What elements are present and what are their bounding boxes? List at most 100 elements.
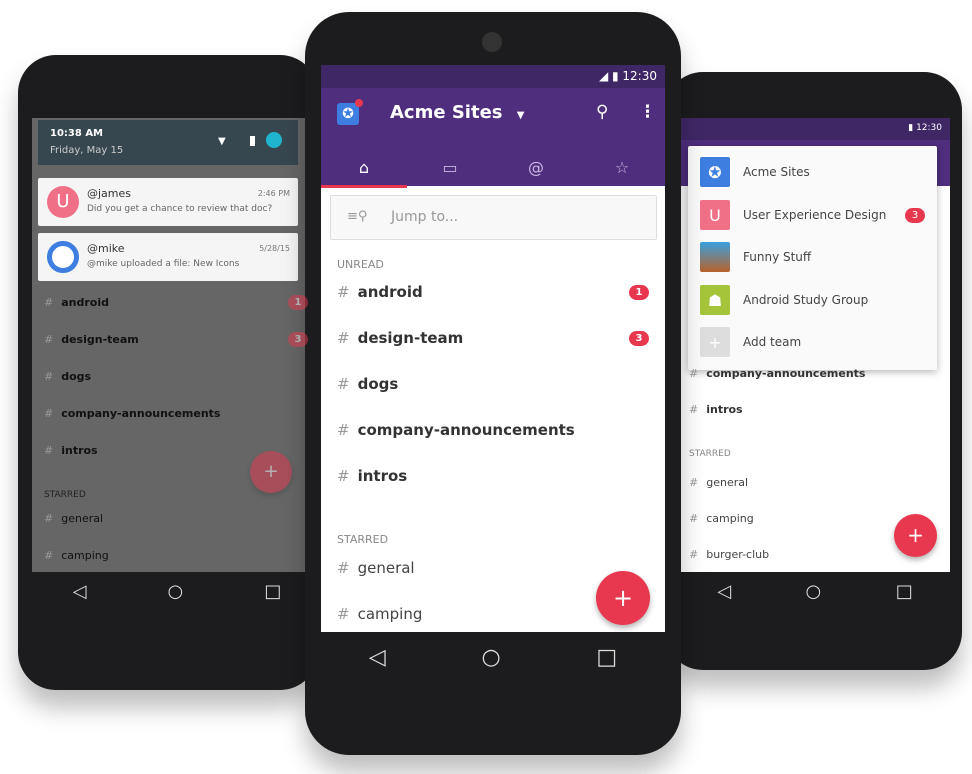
hash-icon: # bbox=[44, 444, 54, 457]
back-icon[interactable]: ◁ bbox=[73, 581, 87, 602]
channel-dogs[interactable]: # dogs bbox=[321, 375, 665, 393]
channel-design-team[interactable]: # design-team 3 bbox=[32, 332, 322, 347]
channel-general[interactable]: # general bbox=[32, 512, 322, 525]
acme-logo-icon: ✪ bbox=[700, 157, 730, 187]
channel-name: general bbox=[357, 559, 415, 577]
more-icon[interactable]: ⋮ bbox=[639, 102, 656, 122]
recents-icon[interactable]: □ bbox=[264, 581, 281, 602]
hash-icon: # bbox=[44, 370, 54, 383]
hash-icon: # bbox=[44, 407, 54, 420]
hash-icon: # bbox=[337, 467, 350, 485]
team-android-study-group[interactable]: ☗ Android Study Group bbox=[700, 285, 868, 315]
team-switcher[interactable]: Acme Sites ▼ bbox=[390, 102, 524, 123]
home-icon[interactable]: ○ bbox=[806, 581, 822, 602]
hash-icon: # bbox=[44, 333, 54, 346]
team-switcher-menu: ✪ Acme Sites U User Experience Design 3 Fun… bbox=[688, 146, 937, 370]
team-funny-stuff[interactable]: Funny Stuff bbox=[700, 242, 811, 272]
hash-icon: # bbox=[337, 605, 350, 623]
unread-badge: 3 bbox=[288, 332, 308, 347]
hash-icon: # bbox=[689, 512, 699, 525]
tab-home[interactable]: ⌂ bbox=[321, 150, 407, 185]
channel-company-announcements[interactable]: # company-announcements bbox=[321, 421, 665, 439]
team-logo-icon[interactable]: ✪ bbox=[337, 99, 363, 125]
channel-name: company-announcements bbox=[706, 367, 866, 380]
starred-section-label: STARRED bbox=[44, 490, 86, 500]
home-icon[interactable]: ○ bbox=[481, 645, 500, 670]
tab-mentions[interactable]: @ bbox=[493, 150, 579, 185]
recents-icon[interactable]: □ bbox=[896, 581, 913, 602]
channel-name: android bbox=[61, 296, 109, 309]
channel-intros[interactable]: # intros bbox=[321, 467, 665, 485]
plus-icon: + bbox=[700, 327, 730, 357]
hash-icon: # bbox=[337, 559, 350, 577]
recents-icon[interactable]: □ bbox=[596, 645, 617, 670]
tab-messages[interactable]: ▭ bbox=[407, 150, 493, 185]
tab-starred[interactable]: ☆ bbox=[579, 150, 665, 185]
channel-design-team[interactable]: # design-team 3 bbox=[321, 329, 665, 347]
channel-name: camping bbox=[706, 512, 754, 525]
jump-placeholder: Jump to... bbox=[391, 209, 459, 225]
hash-icon: # bbox=[337, 375, 350, 393]
search-icon[interactable]: ⚲ bbox=[596, 102, 608, 122]
team-user-experience-design[interactable]: U User Experience Design 3 bbox=[700, 200, 925, 230]
funny-stuff-avatar-icon bbox=[700, 242, 730, 272]
channel-name: general bbox=[706, 476, 749, 489]
team-name: Android Study Group bbox=[743, 293, 869, 307]
channel-name: intros bbox=[61, 444, 98, 457]
center-screen: ◢ ▮ 12:30 ✪ Acme Sites ▼ ⚲ ⋮ ⌂ ▭ @ ☆ ≡⚲ … bbox=[321, 65, 665, 632]
right-phone: ▮ 12:30 ✪ Acme Sites U User Experience Des… bbox=[665, 72, 962, 670]
channel-name: burger-club bbox=[706, 548, 770, 561]
channel-name: camping bbox=[357, 605, 423, 623]
channel-name: company-announcements bbox=[357, 421, 575, 439]
compose-fab[interactable]: + bbox=[894, 514, 937, 557]
team-name: Acme Sites bbox=[390, 102, 503, 123]
channel-android[interactable]: # android 1 bbox=[321, 283, 665, 301]
dropdown-icon: ▼ bbox=[516, 110, 525, 121]
channel-name: design-team bbox=[61, 333, 139, 346]
channel-name: camping bbox=[61, 549, 109, 562]
hash-icon: # bbox=[689, 403, 699, 416]
status-bar: ◢ ▮ 12:30 bbox=[321, 65, 665, 88]
channel-general[interactable]: # general bbox=[680, 476, 950, 489]
channel-dogs[interactable]: # dogs bbox=[32, 370, 322, 383]
channel-name: general bbox=[61, 512, 104, 525]
right-screen: ▮ 12:30 ✪ Acme Sites U User Experience Des… bbox=[680, 118, 950, 572]
app-bar: ✪ Acme Sites ▼ ⚲ ⋮ ⌂ ▭ @ ☆ bbox=[321, 88, 665, 188]
back-icon[interactable]: ◁ bbox=[369, 645, 386, 670]
camera bbox=[482, 32, 502, 52]
channel-intros[interactable]: # intros bbox=[32, 444, 322, 457]
hash-icon: # bbox=[44, 549, 54, 562]
channel-name: intros bbox=[706, 403, 743, 416]
hash-icon: # bbox=[689, 367, 699, 380]
unread-badge: 1 bbox=[288, 295, 308, 310]
add-team-button[interactable]: + Add team bbox=[700, 327, 801, 357]
hash-icon: # bbox=[44, 512, 54, 525]
unread-badge: 3 bbox=[905, 208, 925, 223]
nav-bar: ◁ ○ □ bbox=[680, 572, 950, 610]
status-time: 12:30 bbox=[622, 69, 657, 83]
channel-android[interactable]: # android 1 bbox=[32, 295, 322, 310]
team-name: Add team bbox=[743, 335, 802, 349]
channel-name: android bbox=[357, 283, 423, 301]
channel-intros[interactable]: # intros bbox=[680, 403, 950, 416]
channel-name: intros bbox=[357, 467, 408, 485]
unread-badge: 3 bbox=[629, 330, 649, 346]
team-name: User Experience Design bbox=[743, 208, 887, 222]
hash-icon: # bbox=[689, 548, 699, 561]
compose-fab[interactable]: + bbox=[596, 571, 650, 625]
team-name: Acme Sites bbox=[743, 165, 810, 179]
channel-name: design-team bbox=[357, 329, 464, 347]
channel-camping[interactable]: # camping bbox=[32, 549, 322, 562]
tab-indicator bbox=[321, 185, 407, 188]
channel-company-announcements[interactable]: # company-announcements bbox=[680, 367, 950, 380]
team-acme-sites[interactable]: ✪ Acme Sites bbox=[700, 157, 810, 187]
jump-to-input[interactable]: ≡⚲ Jump to... bbox=[330, 195, 657, 240]
channel-name: dogs bbox=[61, 370, 92, 383]
back-icon[interactable]: ◁ bbox=[717, 581, 731, 602]
hash-icon: # bbox=[44, 296, 54, 309]
starred-section-label: STARRED bbox=[689, 449, 731, 459]
channel-company-announcements[interactable]: # company-announcements bbox=[32, 407, 322, 420]
home-icon[interactable]: ○ bbox=[168, 581, 184, 602]
battery-icon: ▮ bbox=[908, 123, 917, 133]
status-bar: ▮ 12:30 bbox=[680, 118, 950, 140]
